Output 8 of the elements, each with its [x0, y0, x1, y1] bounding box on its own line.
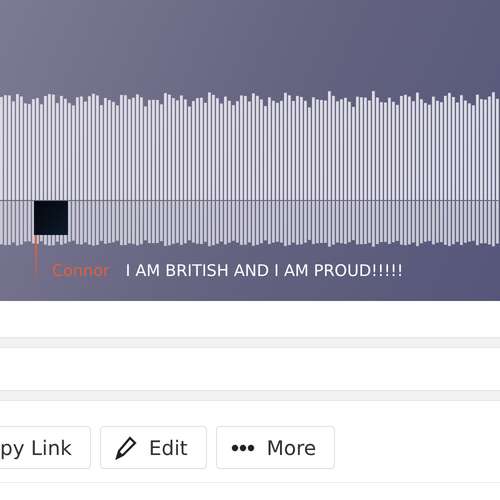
avatar-placeholder: [34, 201, 68, 235]
comment-text: I AM BRITISH AND I AM PROUD!!!!!: [126, 260, 404, 282]
more-button[interactable]: More: [216, 426, 336, 469]
more-icon: [230, 444, 255, 452]
pencil-icon: [114, 436, 137, 460]
edit-button[interactable]: Edit: [100, 426, 207, 469]
copy-link-button[interactable]: py Link: [0, 426, 91, 469]
comment-marker: [35, 235, 37, 280]
